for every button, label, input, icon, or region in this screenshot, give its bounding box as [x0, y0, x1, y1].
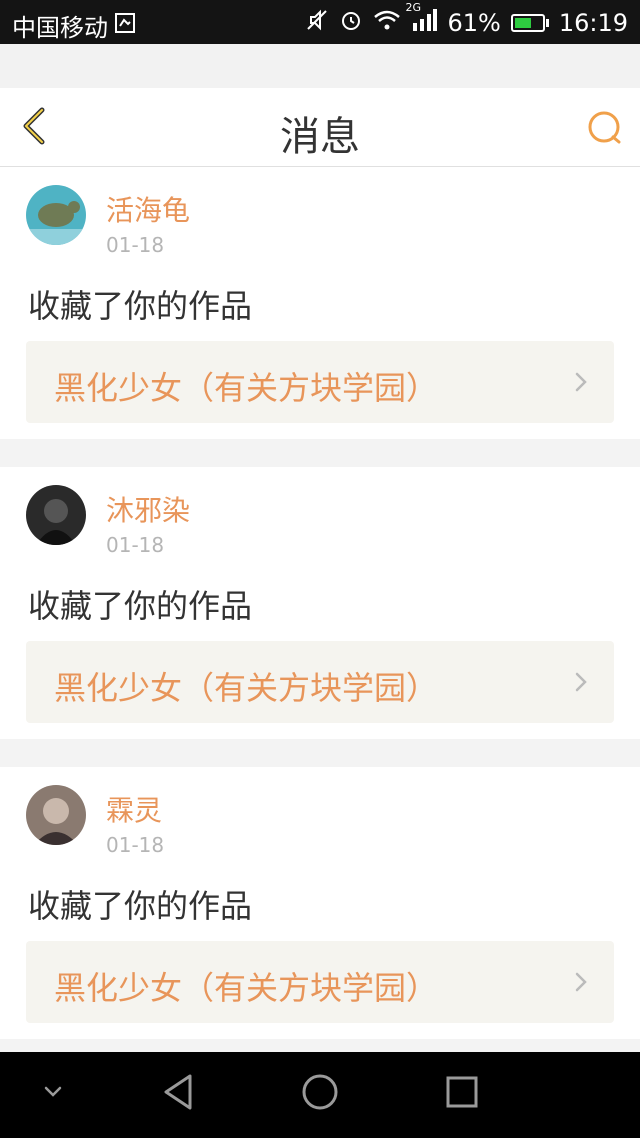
message-card: 沐邪染 01-18 收藏了你的作品 黑化少女（有关方块学园）: [0, 467, 640, 739]
status-left: 中国移动: [12, 8, 136, 43]
message-date: 01-18: [106, 833, 165, 857]
status-right: 2G 61% 16:19: [305, 1, 628, 38]
network-type: 2G: [405, 1, 422, 14]
page-title: 消息: [280, 114, 360, 160]
recents-square-icon[interactable]: [444, 1072, 480, 1116]
message-card: 活海龟 01-18 收藏了你的作品 黑化少女（有关方块学园）: [0, 167, 640, 439]
message-date: 01-18: [106, 533, 165, 557]
work-title: 黑化少女（有关方块学园）: [54, 969, 439, 1007]
sim-icon: [114, 12, 136, 40]
message-action: 收藏了你的作品: [28, 287, 253, 325]
message-action: 收藏了你的作品: [28, 887, 253, 925]
back-triangle-icon[interactable]: [160, 1072, 196, 1116]
work-title: 黑化少女（有关方块学园）: [54, 669, 439, 707]
home-circle-icon[interactable]: [300, 1072, 340, 1116]
chevron-right-icon: [574, 971, 588, 993]
username[interactable]: 沐邪染: [106, 489, 190, 529]
battery-icon: [510, 14, 549, 32]
battery-percent: 61%: [447, 9, 501, 37]
search-icon[interactable]: [584, 108, 624, 148]
avatar[interactable]: [26, 485, 86, 545]
message-date: 01-18: [106, 233, 165, 257]
chevron-right-icon: [574, 371, 588, 393]
clock: 16:19: [558, 9, 628, 37]
signal-icon: 2G: [405, 1, 438, 37]
work-link[interactable]: 黑化少女（有关方块学园）: [26, 341, 614, 423]
nav-bar: 消息: [0, 88, 640, 167]
work-link[interactable]: 黑化少女（有关方块学园）: [26, 941, 614, 1023]
status-bar: 中国移动 2G 61% 16:19: [0, 0, 640, 44]
alarm-icon: [339, 8, 363, 38]
message-card: 霖灵 01-18 收藏了你的作品 黑化少女（有关方块学园）: [0, 767, 640, 1039]
work-link[interactable]: 黑化少女（有关方块学园）: [26, 641, 614, 723]
carrier-name: 中国移动: [12, 14, 108, 42]
avatar[interactable]: [26, 785, 86, 845]
collapse-icon[interactable]: [42, 1084, 64, 1104]
username[interactable]: 活海龟: [106, 189, 190, 229]
mute-icon: [305, 8, 329, 38]
message-action: 收藏了你的作品: [28, 587, 253, 625]
chevron-right-icon: [574, 671, 588, 693]
system-nav-bar: [0, 1052, 640, 1138]
avatar[interactable]: [26, 185, 86, 245]
wifi-icon: [373, 9, 401, 37]
username[interactable]: 霖灵: [106, 789, 162, 829]
top-spacer: [0, 44, 640, 88]
work-title: 黑化少女（有关方块学园）: [54, 369, 439, 407]
